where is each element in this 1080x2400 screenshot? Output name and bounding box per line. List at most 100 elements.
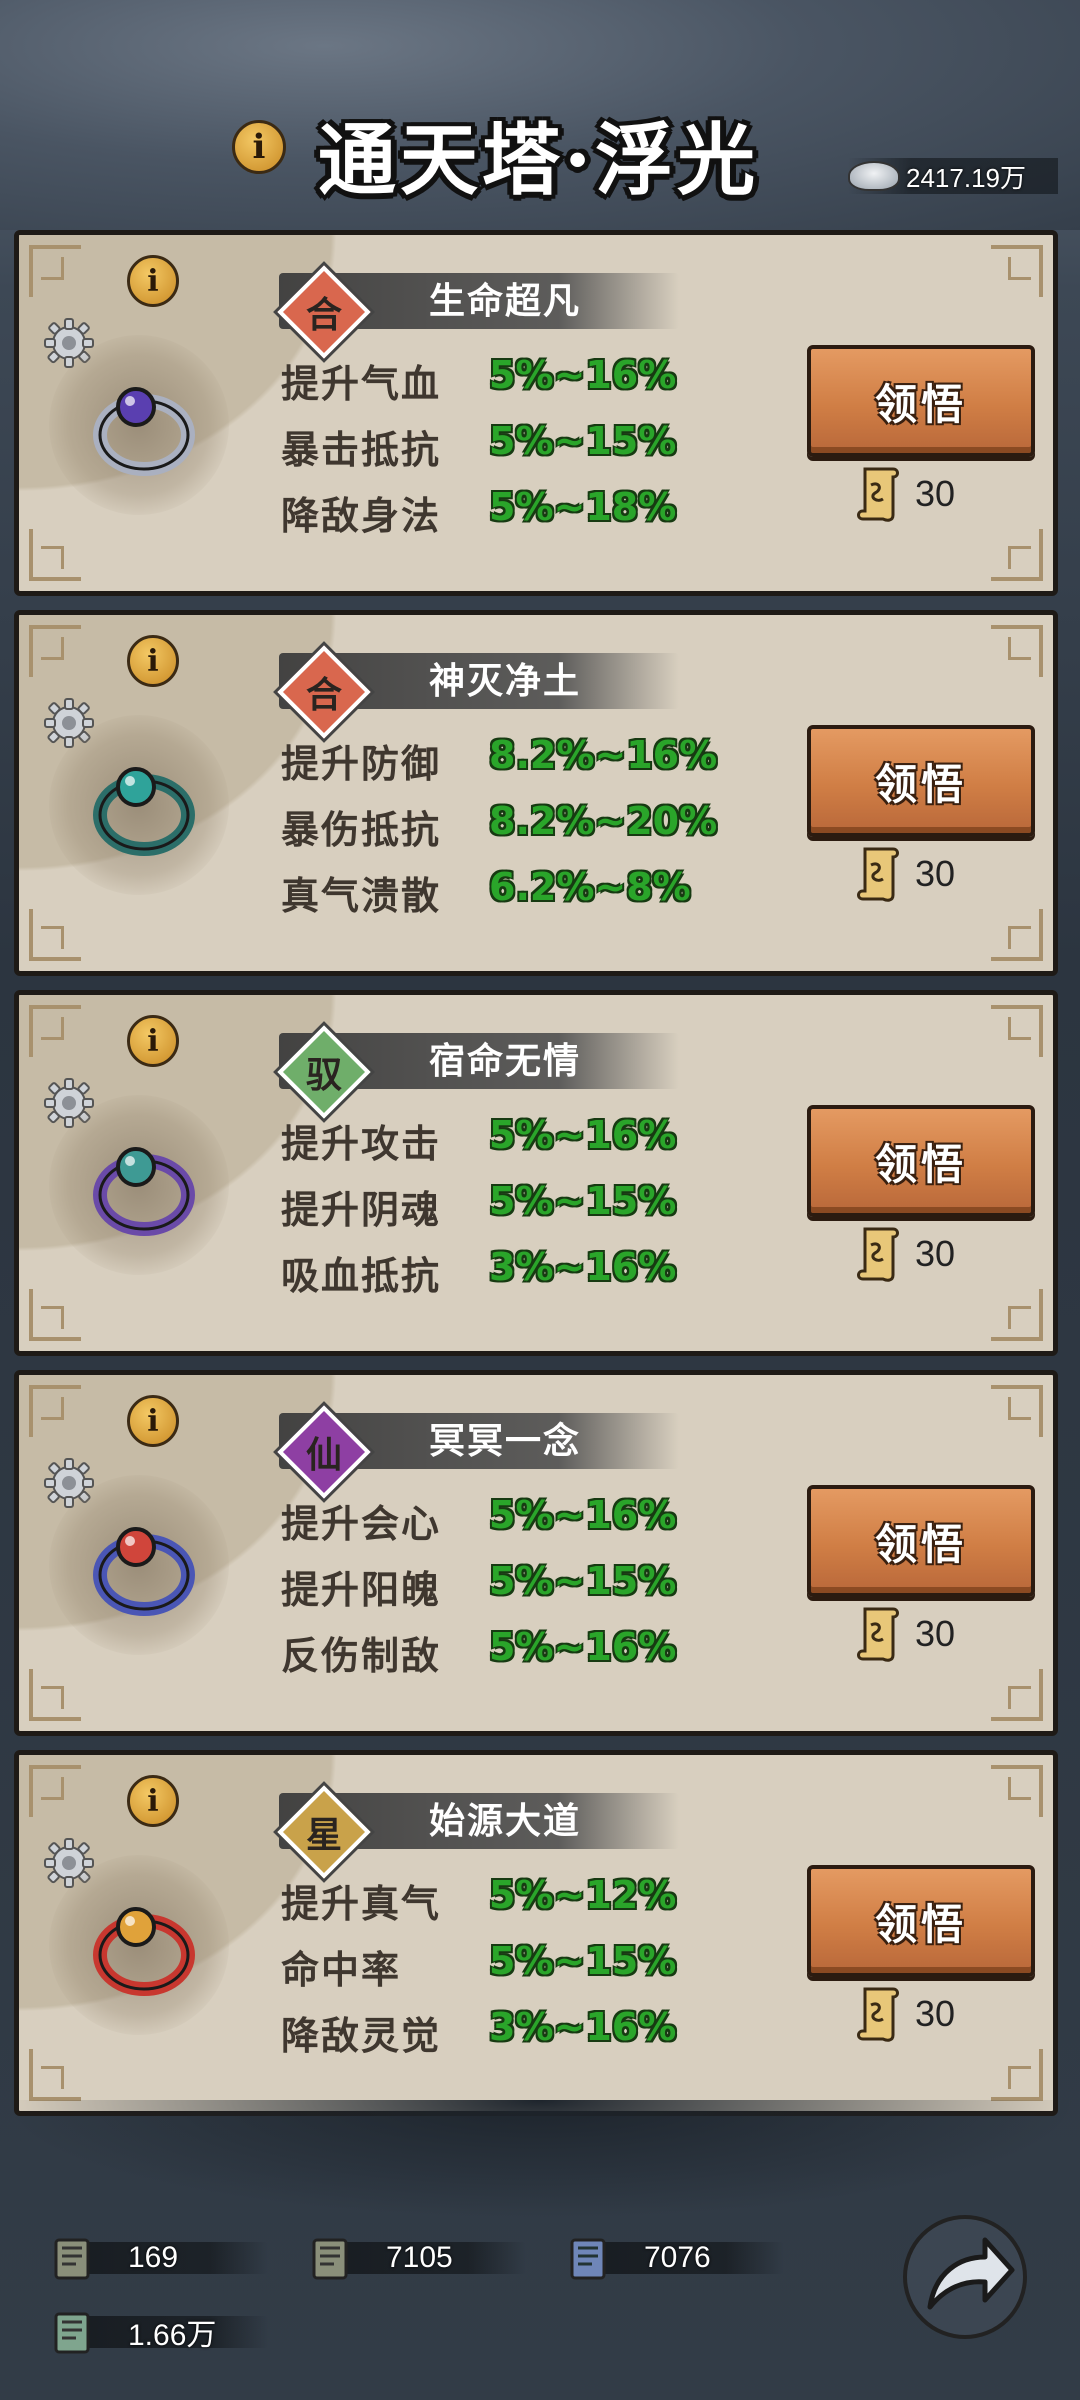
learn-cost: 30 xyxy=(853,1601,955,1667)
learn-button[interactable]: 领悟 xyxy=(807,725,1035,837)
info-icon[interactable]: i xyxy=(127,1395,179,1447)
corner-ornament xyxy=(29,1385,81,1437)
scroll-icon xyxy=(857,1607,899,1662)
cost-value: 30 xyxy=(915,1993,956,2034)
corner-ornament xyxy=(29,245,81,297)
cost-value: 30 xyxy=(915,853,956,894)
stat-label: 提升攻击 xyxy=(281,1121,442,1166)
corner-ornament xyxy=(991,529,1043,581)
scroll-icon xyxy=(857,1987,899,2042)
info-icon[interactable]: i xyxy=(127,255,179,307)
learn-cost: 30 xyxy=(853,1221,955,1287)
resource-1: 169 xyxy=(48,2238,268,2280)
scroll-book-icon xyxy=(54,2312,90,2354)
skill-name: 宿命无情 xyxy=(429,1040,582,1082)
corner-ornament xyxy=(29,2049,81,2101)
page-title: 通天塔·浮光 xyxy=(318,115,760,206)
stat-value: 3%~16% xyxy=(489,2005,677,2049)
header-info-button[interactable]: i xyxy=(232,120,286,174)
learn-cost: 30 xyxy=(853,1981,955,2047)
stat-label: 提升会心 xyxy=(281,1501,442,1546)
stat-label: 提升真气 xyxy=(281,1881,442,1926)
corner-ornament xyxy=(29,1765,81,1817)
rarity-badge: 合 xyxy=(277,645,371,739)
stat-value: 5%~15% xyxy=(489,1559,677,1603)
learn-cost: 30 xyxy=(853,841,955,907)
silver-ingot-icon xyxy=(848,161,900,191)
corner-ornament xyxy=(991,1005,1043,1057)
learn-button[interactable]: 领悟 xyxy=(807,345,1035,457)
corner-ornament xyxy=(29,1289,81,1341)
stat-value: 5%~15% xyxy=(489,1179,677,1223)
cost-value: 30 xyxy=(915,1233,956,1274)
stat-label: 吸血抵抗 xyxy=(281,1253,442,1298)
corner-ornament xyxy=(29,1005,81,1057)
skill-panel: i xyxy=(14,1750,1058,2116)
resource-3: 7076 xyxy=(564,2238,784,2280)
corner-ornament xyxy=(991,1289,1043,1341)
badge-char: 仙 xyxy=(305,1434,342,1476)
stat-value: 5%~12% xyxy=(489,1873,677,1917)
badge-char: 合 xyxy=(305,674,342,716)
currency-display: 2417.19万 xyxy=(848,158,1058,194)
info-icon[interactable]: i xyxy=(127,1015,179,1067)
stat-value: 5%~15% xyxy=(489,1939,677,1983)
stat-value: 8.2%~16% xyxy=(489,733,718,777)
learn-button[interactable]: 领悟 xyxy=(807,1865,1035,1977)
scroll-book-icon xyxy=(54,2238,90,2280)
resource-2-value: 7105 xyxy=(386,2241,453,2274)
skill-panel: i xyxy=(14,1370,1058,1736)
stat-value: 6.2%~8% xyxy=(489,865,691,909)
corner-ornament xyxy=(991,1669,1043,1721)
back-arrow-icon[interactable] xyxy=(900,2212,1030,2342)
scroll-icon xyxy=(857,847,899,902)
stat-label: 命中率 xyxy=(281,1947,402,1992)
corner-ornament xyxy=(29,909,81,961)
resource-4: 1.66万 xyxy=(48,2312,268,2354)
badge-char: 星 xyxy=(305,1814,342,1856)
stat-label: 反伤制敌 xyxy=(281,1633,442,1678)
corner-ornament xyxy=(29,625,81,677)
gold-ring-red-gem-icon[interactable] xyxy=(84,1885,204,2005)
corner-ornament xyxy=(991,1385,1043,1437)
necklace-jade-icon[interactable] xyxy=(84,745,204,865)
corner-ornament xyxy=(991,625,1043,677)
scroll-icon xyxy=(857,1227,899,1282)
stat-label: 提升阴魂 xyxy=(281,1187,442,1232)
stat-label: 真气溃散 xyxy=(281,873,442,918)
stat-value: 8.2%~20% xyxy=(489,799,718,843)
footer-divider xyxy=(0,2100,1080,2220)
stat-value: 5%~16% xyxy=(489,353,677,397)
learn-button[interactable]: 领悟 xyxy=(807,1485,1035,1597)
skill-name: 神灭净土 xyxy=(429,660,582,702)
scroll-icon xyxy=(857,467,899,522)
info-icon[interactable]: i xyxy=(127,635,179,687)
resource-1-value: 169 xyxy=(128,2241,179,2274)
badge-char: 合 xyxy=(305,294,342,336)
red-pendant-icon[interactable] xyxy=(84,1505,204,1625)
skill-name: 生命超凡 xyxy=(429,280,582,322)
resource-4-value: 1.66万 xyxy=(128,2319,217,2352)
stat-value: 5%~16% xyxy=(489,1113,677,1157)
learn-button[interactable]: 领悟 xyxy=(807,1105,1035,1217)
cost-value: 30 xyxy=(915,473,956,514)
corner-ornament xyxy=(991,2049,1043,2101)
rarity-badge: 驭 xyxy=(277,1025,371,1119)
skill-panel: i xyxy=(14,230,1058,596)
corner-ornament xyxy=(991,909,1043,961)
scroll-book-icon xyxy=(312,2238,348,2280)
skill-name: 冥冥一念 xyxy=(429,1420,582,1462)
ring-jade-purple-icon[interactable] xyxy=(84,1125,204,1245)
skill-panel: i xyxy=(14,990,1058,1356)
stat-label: 暴伤抵抗 xyxy=(281,807,442,852)
stat-label: 降敌灵觉 xyxy=(281,2013,442,2058)
resource-2: 7105 xyxy=(306,2238,526,2280)
rarity-badge: 合 xyxy=(277,265,371,359)
ring-purple-gem-icon[interactable] xyxy=(84,365,204,485)
rarity-badge: 星 xyxy=(277,1785,371,1879)
info-icon[interactable]: i xyxy=(127,1775,179,1827)
stat-label: 提升气血 xyxy=(281,361,442,406)
corner-ornament xyxy=(991,245,1043,297)
stat-label: 降敌身法 xyxy=(281,493,442,538)
corner-ornament xyxy=(991,1765,1043,1817)
